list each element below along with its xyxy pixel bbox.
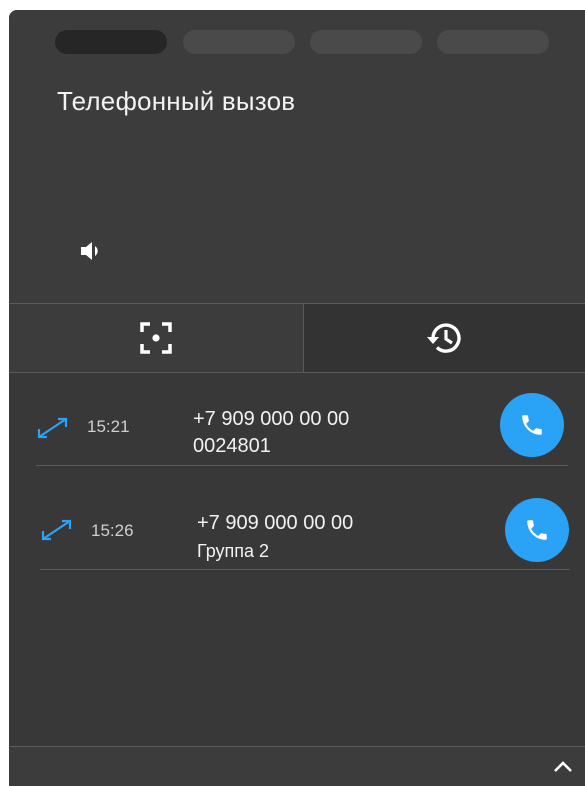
focus-frame-icon — [140, 322, 172, 354]
phone-icon — [527, 520, 547, 540]
phone-icon — [522, 415, 542, 435]
step-pill-3[interactable] — [310, 30, 422, 54]
bidirectional-arrow-icon — [41, 519, 72, 541]
panel-footer — [9, 746, 585, 786]
call-number: +7 909 000 00 00 — [193, 408, 350, 430]
tab-focus[interactable] — [9, 304, 304, 372]
call-number: +7 909 000 00 00 — [197, 512, 354, 534]
panel-header: Телефонный вызов — [9, 10, 585, 303]
step-pill-2[interactable] — [183, 30, 295, 54]
page-title: Телефонный вызов — [57, 86, 296, 116]
history-icon — [426, 323, 461, 353]
row-divider — [36, 465, 568, 466]
chevron-up-icon[interactable] — [551, 755, 575, 779]
call-button[interactable] — [500, 393, 564, 457]
row-divider — [40, 569, 570, 570]
call-time: 15:26 — [91, 521, 134, 540]
speaker-icon[interactable] — [79, 238, 105, 264]
step-pill-1[interactable] — [55, 30, 167, 54]
call-detail: 0024801 — [193, 435, 271, 457]
call-time: 15:21 — [87, 417, 130, 436]
tab-history[interactable] — [304, 304, 585, 372]
call-history-row[interactable]: 15:26 +7 909 000 00 00 Группа 2 — [40, 490, 570, 570]
call-group: Группа 2 — [197, 541, 270, 561]
step-pill-4[interactable] — [437, 30, 549, 54]
call-button[interactable] — [505, 498, 569, 562]
call-panel: Телефонный вызов 15:21 +7 909 000 00 00 … — [9, 10, 585, 786]
bidirectional-arrow-icon — [37, 417, 68, 439]
call-history-row[interactable]: 15:21 +7 909 000 00 00 0024801 — [36, 386, 568, 466]
tab-bar — [9, 303, 585, 373]
